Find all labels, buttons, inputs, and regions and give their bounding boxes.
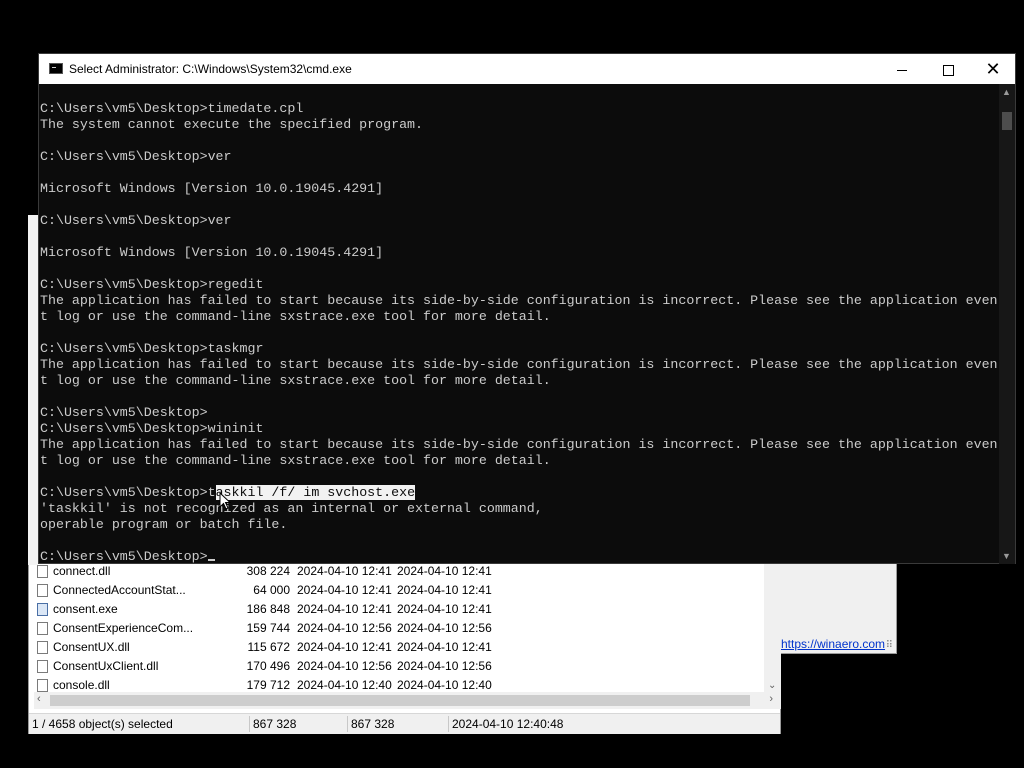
dll-icon <box>37 565 48 578</box>
file-name: ConsentUX.dll <box>53 640 130 654</box>
file-row[interactable]: console.dll 179 712 2024-04-10 12:40 2024-0… <box>34 676 764 693</box>
console-line: The application has failed to start beca… <box>40 357 998 372</box>
console-line: The application has failed to start beca… <box>40 437 998 452</box>
file-row[interactable]: consent.exe 186 848 2024-04-10 12:41 2024-0… <box>34 600 764 619</box>
dll-icon <box>37 622 48 635</box>
file-row[interactable]: ConsentUX.dll 115 672 2024-04-10 12:41 2024… <box>34 638 764 657</box>
file-row[interactable]: connect.dll 308 224 2024-04-10 12:41 2024-0… <box>34 562 764 581</box>
maximize-button[interactable] <box>925 54 971 84</box>
file-name: ConsentExperienceCom... <box>53 621 193 635</box>
file-size: 64 000 <box>253 583 290 597</box>
resize-grip-icon[interactable]: ⠿ <box>886 640 893 651</box>
console-output[interactable]: C:\Users\vm5\Desktop>timedate.cpl The sys… <box>39 84 999 564</box>
file-size: 170 496 <box>246 659 290 673</box>
horizontal-scroll-thumb[interactable] <box>50 695 750 706</box>
close-button[interactable]: ✕ <box>970 54 1016 84</box>
file-date-created: 2024-04-10 12:41 <box>397 564 492 578</box>
file-name: connect.dll <box>53 564 111 578</box>
file-row[interactable]: ConsentUxClient.dll 170 496 2024-04-10 12:… <box>34 657 764 676</box>
scroll-right-arrow-icon[interactable]: › <box>769 693 773 705</box>
dll-icon <box>37 679 48 692</box>
dll-icon <box>37 584 48 597</box>
file-name: ConnectedAccountStat... <box>53 583 186 597</box>
file-date-modified: 2024-04-10 12:41 <box>297 564 392 578</box>
file-date-modified: 2024-04-10 12:41 <box>297 583 392 597</box>
console-line: C:\Users\vm5\Desktop>ver <box>40 149 232 164</box>
file-date-created: 2024-04-10 12:41 <box>397 640 492 654</box>
file-date-created: 2024-04-10 12:56 <box>397 659 492 673</box>
cmd-app-icon[interactable] <box>49 63 63 74</box>
console-line: Microsoft Windows [Version 10.0.19045.42… <box>40 181 384 196</box>
cmd-title-bar[interactable]: Select Administrator: C:\Windows\System3… <box>39 54 1015 84</box>
console-line: C:\Users\vm5\Desktop> <box>40 405 208 420</box>
console-line: 'taskkil' is not recognized as an intern… <box>40 501 543 516</box>
console-line: The application has failed to start beca… <box>40 293 998 308</box>
close-icon: ✕ <box>985 59 1001 79</box>
file-size: 115 672 <box>247 640 291 654</box>
file-row[interactable]: ConsentExperienceCom... 159 744 2024-04-10… <box>34 619 764 638</box>
cmd-window-title: Select Administrator: C:\Windows\System3… <box>69 62 352 76</box>
file-date-created: 2024-04-10 12:41 <box>397 602 492 616</box>
console-line: C:\Users\vm5\Desktop> <box>40 549 215 564</box>
minimize-icon <box>897 69 907 71</box>
file-date-modified: 2024-04-10 12:41 <box>297 640 392 654</box>
scroll-down-arrow-icon[interactable]: ▼ <box>1002 551 1011 561</box>
cmd-window[interactable]: Select Administrator: C:\Windows\System3… <box>38 53 1016 564</box>
console-line: t log or use the command-line sxstrace.e… <box>40 309 551 324</box>
file-list-vertical-scrollbar[interactable]: ⌄ <box>764 562 781 693</box>
file-size: 186 848 <box>246 602 290 616</box>
file-date-created: 2024-04-10 12:41 <box>397 583 492 597</box>
status-size-2: 867 328 <box>351 717 395 731</box>
file-date-created: 2024-04-10 12:56 <box>397 621 492 635</box>
console-line: t log or use the command-line sxstrace.e… <box>40 373 551 388</box>
scroll-up-arrow-icon[interactable]: ▲ <box>1002 87 1011 97</box>
status-size-1: 867 328 <box>253 717 297 731</box>
file-size: 308 224 <box>246 564 290 578</box>
file-date-modified: 2024-04-10 12:41 <box>297 602 392 616</box>
file-list[interactable]: connect.dll 308 224 2024-04-10 12:41 2024-0… <box>34 562 764 693</box>
console-line: C:\Users\vm5\Desktop>wininit <box>40 421 264 436</box>
about-window-fragment: https://winaero.com ⠿ <box>781 562 897 654</box>
console-line: C:\Users\vm5\Desktop>ver <box>40 213 232 228</box>
file-name: consent.exe <box>53 602 118 616</box>
text-cursor <box>207 559 215 561</box>
mouse-pointer-icon <box>219 492 231 510</box>
file-date-created: 2024-04-10 12:40 <box>397 678 492 692</box>
status-datetime: 2024-04-10 12:40:48 <box>452 717 564 731</box>
exe-icon <box>37 603 48 616</box>
console-scroll-thumb[interactable] <box>1002 112 1012 130</box>
file-name: console.dll <box>53 678 110 692</box>
console-line: C:\Users\vm5\Desktop>regedit <box>40 277 264 292</box>
dll-icon <box>37 660 48 673</box>
file-size: 179 712 <box>246 678 290 692</box>
console-line: operable program or batch file. <box>40 517 288 532</box>
status-bar: 1 / 4658 object(s) selected 867 328 867 … <box>29 713 780 734</box>
file-row[interactable]: ConnectedAccountStat... 64 000 2024-04-10 … <box>34 581 764 600</box>
maximize-icon <box>942 64 954 76</box>
file-size: 159 744 <box>246 621 290 635</box>
file-date-modified: 2024-04-10 12:56 <box>297 659 392 673</box>
minimize-button[interactable] <box>879 54 925 84</box>
file-date-modified: 2024-04-10 12:40 <box>297 678 392 692</box>
file-name: ConsentUxClient.dll <box>53 659 159 673</box>
file-date-modified: 2024-04-10 12:56 <box>297 621 392 635</box>
scroll-down-arrow-icon[interactable]: ⌄ <box>768 680 776 691</box>
console-line: C:\Users\vm5\Desktop>timedate.cpl <box>40 101 304 116</box>
status-selection: 1 / 4658 object(s) selected <box>32 717 173 731</box>
file-manager-sidebar-edge <box>28 215 38 565</box>
selected-text[interactable]: askkil /f/ im svchost.exe <box>215 485 416 500</box>
console-scrollbar[interactable]: ▲ ▼ <box>999 84 1015 564</box>
dll-icon <box>37 641 48 654</box>
console-line: The system cannot execute the specified … <box>40 117 424 132</box>
file-list-horizontal-scrollbar[interactable]: ‹ › <box>34 692 781 709</box>
console-line: t log or use the command-line sxstrace.e… <box>40 453 551 468</box>
winaero-link[interactable]: https://winaero.com <box>781 637 885 651</box>
console-line: Microsoft Windows [Version 10.0.19045.42… <box>40 245 384 260</box>
console-line: C:\Users\vm5\Desktop>taskmgr <box>40 341 264 356</box>
console-prompt: C:\Users\vm5\Desktop>t <box>40 485 216 500</box>
scroll-left-arrow-icon[interactable]: ‹ <box>37 693 41 705</box>
console-prompt: C:\Users\vm5\Desktop> <box>40 549 208 564</box>
